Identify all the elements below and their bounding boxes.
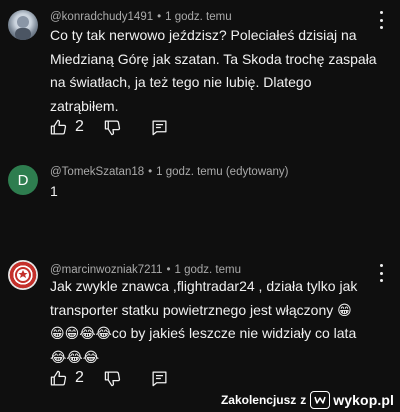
comment-line: Jak zwykle znawca ,flightradar24 , dział…: [50, 278, 358, 294]
comment-line: na światłach, ja też tego nie lubię. Dla…: [50, 74, 312, 90]
comment-2: D @TomekSzatan18 • 1 godz. temu (edytowany…: [0, 150, 400, 240]
uploader-name: Zakolencjusz: [220, 393, 297, 407]
comment-line: 😂😂😂: [50, 348, 100, 365]
comment-line: Miedzianą Górę jak szatan. Ta Skoda troc…: [50, 50, 377, 67]
reply-button[interactable]: [151, 370, 168, 387]
reply-comment-icon: [152, 119, 167, 135]
comment-text: 1: [50, 180, 388, 204]
thumbs-down-icon: [104, 119, 121, 135]
comment-line: zatrąbiłem.: [50, 97, 119, 114]
author-handle[interactable]: @konradchudy1491: [50, 11, 153, 23]
avatar-letter: D: [17, 171, 29, 189]
user-avatar[interactable]: [8, 260, 38, 290]
comment-line: Co ty tak nerwowo jeździsz? Poleciałeś d…: [50, 27, 357, 43]
wykop-site-name: wykop.pl: [333, 392, 394, 408]
author-handle[interactable]: @TomekSzatan18: [50, 166, 144, 178]
comment-3: @marcinwozniak7211 • 1 godz. temu Jak zwyk…: [0, 255, 400, 390]
like-button[interactable]: [50, 119, 67, 136]
watermark-connector: z: [300, 393, 307, 407]
user-photo-icon: [15, 16, 31, 40]
wykop-logo-icon: [310, 391, 331, 409]
like-count: 2: [75, 118, 84, 135]
comment-1: @konradchudy1491 • 1 godz. temu Co ty tak …: [0, 0, 400, 150]
comment-actions: 2: [50, 117, 168, 137]
comment-text: Co ty tak nerwowo jeździsz? Poleciałeś d…: [50, 24, 388, 118]
comment-line: transporter statku powietrznego jest włą…: [50, 301, 352, 318]
comment-text: Jak zwykle znawca ,flightradar24 , dział…: [50, 275, 388, 369]
comment-time: 1 godz. temu: [165, 11, 232, 23]
emblem-icon: [15, 267, 31, 283]
comment-meta: @TomekSzatan18 • 1 godz. temu (edytowany): [50, 166, 289, 178]
thumbs-up-icon: [50, 119, 67, 135]
user-avatar[interactable]: D: [8, 165, 38, 195]
comment-line: 😁😁😂😂co by jakieś leszcze nie widziały co…: [50, 325, 357, 341]
wykop-logo: wykop.pl: [310, 391, 394, 409]
comment-meta: @konradchudy1491 • 1 godz. temu: [50, 11, 232, 23]
comment-time: 1 godz. temu (edytowany): [156, 166, 289, 178]
user-avatar[interactable]: [8, 10, 38, 40]
wykop-watermark: Zakolencjusz z wykop.pl: [221, 390, 394, 410]
dislike-button[interactable]: [104, 370, 121, 387]
comment-line: 1: [50, 183, 58, 199]
thumbs-down-icon: [104, 370, 121, 386]
comment-actions: 2: [50, 368, 168, 388]
reply-comment-icon: [152, 370, 167, 386]
like-count: 2: [75, 369, 84, 386]
like-button[interactable]: [50, 370, 67, 387]
reply-button[interactable]: [151, 119, 168, 136]
thumbs-up-icon: [50, 370, 67, 386]
dislike-button[interactable]: [104, 119, 121, 136]
